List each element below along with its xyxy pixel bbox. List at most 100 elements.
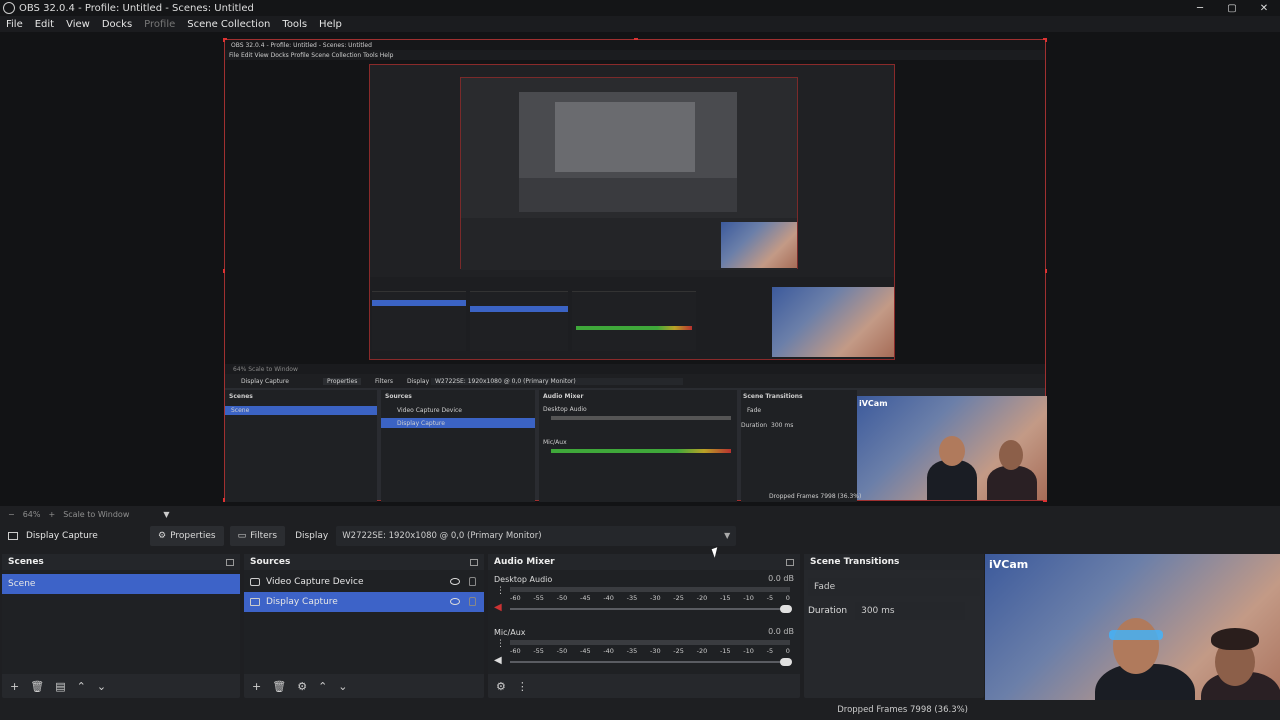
undock-icon[interactable]	[470, 558, 478, 566]
nested-camera: iVCam	[857, 396, 1047, 500]
move-up-icon[interactable]: ⌃	[318, 680, 327, 693]
person-face	[1113, 618, 1159, 674]
channel-menu-icon[interactable]: ⋮	[496, 639, 505, 649]
nested-person-body	[987, 466, 1037, 500]
scale-tick: -60	[510, 594, 521, 602]
zoom-dropdown-icon[interactable]: ▼	[163, 510, 169, 519]
monitor-icon	[8, 532, 18, 540]
nested-sources-level2	[470, 291, 568, 351]
menu-tools[interactable]: Tools	[276, 19, 313, 30]
nested-person-face	[939, 436, 965, 466]
filters-button[interactable]: ▭ Filters	[229, 526, 286, 546]
menu-view[interactable]: View	[60, 19, 96, 30]
mixer-menu-icon[interactable]: ⋮	[517, 680, 528, 693]
nested-mic: Mic/Aux	[543, 439, 567, 446]
source-item[interactable]: Video Capture Device	[244, 572, 484, 592]
nested-mic-meter	[551, 449, 731, 453]
level-meter	[510, 587, 790, 592]
source-item-label: Display Capture	[266, 597, 338, 607]
close-icon[interactable]: ✕	[1248, 0, 1280, 16]
eye-icon[interactable]	[450, 598, 460, 605]
slider-knob[interactable]	[780, 605, 792, 613]
mixer-toolbar: ⚙ ⋮	[488, 674, 800, 698]
zoom-out-button[interactable]: −	[8, 510, 15, 519]
scene-item[interactable]: Scene	[2, 574, 240, 594]
scene-filters-icon[interactable]: ▤	[55, 680, 65, 693]
menu-edit[interactable]: Edit	[29, 19, 60, 30]
transition-select[interactable]: Fade	[808, 578, 980, 596]
preview-area[interactable]: OBS 32.0.4 - Profile: Untitled - Scenes:…	[0, 32, 1280, 506]
properties-button[interactable]: ⚙ Properties	[150, 526, 224, 546]
meter-scale: -60 -55 -50 -45 -40 -35 -30 -25 -20 -15 -10 -5 0	[510, 647, 790, 655]
nested-meter	[576, 326, 692, 330]
channel-db: 0.0 dB	[768, 574, 794, 583]
source-item[interactable]: Display Capture	[244, 592, 484, 612]
scene-item-label: Scene	[8, 579, 36, 589]
eye-icon[interactable]	[450, 578, 460, 585]
advanced-audio-icon[interactable]: ⚙	[496, 680, 506, 693]
undock-icon[interactable]	[226, 558, 234, 566]
maximize-icon[interactable]: ▢	[1216, 0, 1248, 16]
minimize-icon[interactable]: ─	[1184, 0, 1216, 16]
nested-scenes-title: Scenes	[229, 393, 253, 400]
volume-slider[interactable]	[510, 605, 792, 613]
undock-icon[interactable]	[786, 558, 794, 566]
scale-tick: -25	[673, 594, 684, 602]
nested-display-label: Display	[407, 378, 430, 385]
move-down-icon[interactable]: ⌄	[97, 680, 106, 693]
nested-cam-label: iVCam	[859, 399, 888, 408]
nested-sourcebar: Display Capture Properties Filters Displ…	[225, 374, 1045, 388]
move-up-icon[interactable]: ⌃	[77, 680, 86, 693]
scale-to-window[interactable]: Scale to Window	[63, 510, 129, 519]
scale-tick: -50	[556, 647, 568, 655]
nested-preview-level2	[369, 64, 895, 360]
muted-speaker-icon[interactable]: ◀	[494, 602, 502, 613]
nested-src1: Video Capture Device	[397, 407, 463, 414]
glasses-glare	[1109, 630, 1163, 640]
nested-menu: File Edit View Docks Profile Scene Colle…	[229, 52, 394, 59]
channel-menu-icon[interactable]: ⋮	[496, 586, 505, 596]
lock-icon[interactable]	[469, 577, 476, 586]
add-scene-icon[interactable]: +	[10, 680, 19, 693]
menu-scene-collection[interactable]: Scene Collection	[181, 19, 276, 30]
nested-titlebar: OBS 32.0.4 - Profile: Untitled - Scenes:…	[225, 40, 1045, 50]
scale-tick: -60	[510, 647, 521, 655]
gear-icon[interactable]: ⚙	[297, 680, 307, 693]
scale-tick: -55	[533, 594, 544, 602]
scale-tick: -50	[556, 594, 568, 602]
chevron-down-icon: ▼	[724, 531, 731, 540]
move-down-icon[interactable]: ⌄	[338, 680, 347, 693]
menu-help[interactable]: Help	[313, 19, 348, 30]
camera-icon	[250, 578, 260, 586]
nested-dropped: Dropped Frames 7998 (36.3%)	[769, 493, 862, 500]
scale-tick: -30	[649, 594, 661, 602]
nested-dock-level4	[519, 178, 737, 212]
nested-display-value: W2722SE: 1920x1080 @ 0,0 (Primary Monito…	[431, 378, 683, 385]
display-select[interactable]: W2722SE: 1920x1080 @ 0,0 (Primary Monito…	[336, 526, 737, 546]
menu-profile[interactable]: Profile	[138, 19, 181, 30]
volume-slider[interactable]	[510, 658, 792, 666]
speaker-icon[interactable]: ◀	[494, 655, 502, 666]
remove-source-icon[interactable]: 🗑	[272, 680, 286, 693]
menu-docks[interactable]: Docks	[96, 19, 138, 30]
zoom-in-button[interactable]: +	[48, 510, 55, 519]
display-value: W2722SE: 1920x1080 @ 0,0 (Primary Monito…	[342, 531, 542, 541]
duration-input[interactable]: 300 ms	[855, 602, 966, 620]
lock-icon[interactable]	[469, 597, 476, 606]
nested-scene-item: Scene	[231, 407, 250, 414]
add-source-icon[interactable]: +	[252, 680, 261, 693]
nested-scenes-level2	[372, 291, 466, 351]
scale-tick: -10	[743, 594, 754, 602]
menu-file[interactable]: File	[0, 19, 29, 30]
nested-mixer-level2	[572, 291, 696, 351]
channel-name: Desktop Audio	[494, 575, 553, 584]
scale-tick: -35	[626, 594, 638, 602]
filters-label: Filters	[250, 531, 278, 541]
duration-row: Duration 300 ms	[808, 602, 980, 620]
remove-scene-icon[interactable]: 🗑	[30, 680, 44, 693]
nested-person-body	[927, 460, 977, 500]
scale-tick: -25	[673, 647, 684, 655]
preview-canvas[interactable]: OBS 32.0.4 - Profile: Untitled - Scenes:…	[223, 38, 1047, 502]
slider-knob[interactable]	[780, 658, 792, 666]
title-bar: OBS 32.0.4 - Profile: Untitled - Scenes:…	[0, 0, 1280, 16]
